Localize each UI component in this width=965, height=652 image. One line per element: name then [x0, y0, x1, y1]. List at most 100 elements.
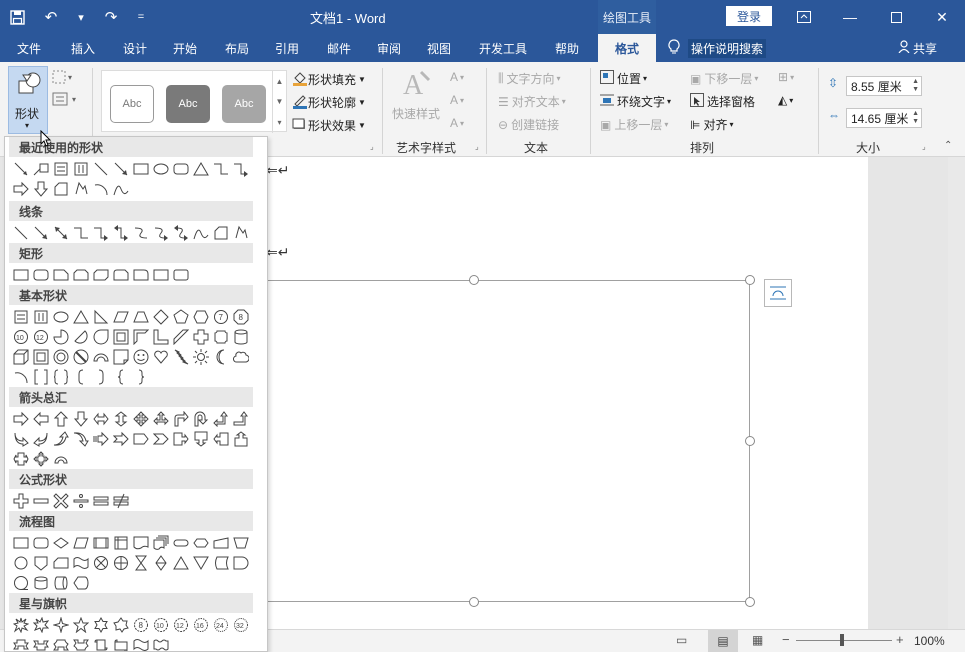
text-effects-icon[interactable]: A ▾ [450, 116, 464, 130]
arrow-shape-icon[interactable] [111, 159, 131, 179]
up-down-arrow-shape-icon[interactable] [111, 409, 131, 429]
curve-shape-icon[interactable] [191, 223, 211, 243]
explosion-1-shape-icon[interactable] [11, 615, 31, 635]
selection-pane-button[interactable]: 选择窗格 [690, 93, 755, 110]
left-brace-shape-icon[interactable] [111, 367, 131, 387]
arc-shape-icon[interactable] [11, 367, 31, 387]
redo-icon[interactable]: ↷ [94, 0, 128, 34]
u-turn-arrow-shape-icon[interactable] [191, 409, 211, 429]
flowchart-collate-shape-icon[interactable] [131, 553, 151, 573]
shape-style-2[interactable]: Abc [166, 85, 210, 123]
shape-height-input[interactable]: 8.55 厘米 ▲ ▼ [846, 76, 922, 96]
curved-connector-shape-icon[interactable] [131, 223, 151, 243]
round-same-side-shape-icon[interactable] [151, 265, 171, 285]
group-icon[interactable]: ⊞ ▾ [778, 70, 794, 84]
dodecagon-shape-icon[interactable]: 12 [31, 327, 51, 347]
minus-shape-icon[interactable] [31, 491, 51, 511]
pie-shape-icon[interactable] [51, 327, 71, 347]
zoom-out-icon[interactable]: − [782, 632, 790, 647]
width-spinner[interactable]: ▲ ▼ [912, 110, 919, 126]
read-mode-icon[interactable]: ▭ [676, 633, 687, 647]
tab-format[interactable]: 格式 [598, 34, 656, 62]
layout-options-button[interactable] [764, 279, 792, 307]
curved-down-ribbon-shape-icon[interactable] [71, 635, 91, 651]
elbow-arrow-shape-icon[interactable] [231, 159, 251, 179]
equal-shape-icon[interactable] [91, 491, 111, 511]
shape-effects-button[interactable]: 形状效果 ▼ [292, 116, 366, 135]
flowchart-preparation-shape-icon[interactable] [191, 533, 211, 553]
quick-styles-button[interactable]: A 快速样式 [392, 68, 440, 122]
left-right-arrow-callout-shape-icon[interactable] [11, 449, 31, 469]
flowchart-or-shape-icon[interactable] [111, 553, 131, 573]
vertical-scrollbar[interactable] [948, 157, 965, 629]
snip-diagonal-shape-icon[interactable] [91, 265, 111, 285]
flowchart-multidocument-shape-icon[interactable] [151, 533, 171, 553]
chevron-shape-icon[interactable] [151, 429, 171, 449]
double-brace-shape-icon[interactable] [51, 367, 71, 387]
left-right-arrow-shape-icon[interactable] [91, 409, 111, 429]
left-right-up-arrow-shape-icon[interactable] [151, 409, 171, 429]
tab-developer[interactable]: 开发工具 [472, 34, 534, 62]
minimize-icon[interactable]: — [827, 0, 873, 34]
rounded-rectangle-shape-icon[interactable] [31, 265, 51, 285]
text-outline-icon[interactable]: A ▾ [450, 93, 464, 107]
cloud-shape-icon[interactable] [231, 347, 251, 367]
right-bracket-shape-icon[interactable] [91, 367, 111, 387]
rotate-icon[interactable]: ◭ ▾ [778, 93, 793, 107]
shape-style-1[interactable]: Abc [110, 85, 154, 123]
tab-view[interactable]: 视图 [418, 34, 460, 62]
wave-shape-icon[interactable] [131, 635, 151, 651]
height-spinner[interactable]: ▲ ▼ [912, 78, 919, 94]
star-12-point-shape-icon[interactable]: 12 [171, 615, 191, 635]
scribble-shape-icon[interactable] [231, 223, 251, 243]
chord-shape-icon[interactable] [71, 327, 91, 347]
tell-me-search[interactable]: 操作说明搜索 [668, 34, 767, 62]
half-frame-shape-icon[interactable] [131, 327, 151, 347]
flowchart-delay-shape-icon[interactable] [231, 553, 251, 573]
line-arrow-shape-icon[interactable] [11, 159, 31, 179]
zoom-in-icon[interactable]: + [896, 632, 904, 647]
heptagon-shape-icon[interactable]: 7 [211, 307, 231, 327]
tab-home[interactable]: 开始 [164, 34, 206, 62]
elbow-connector-shape-icon[interactable] [211, 159, 231, 179]
line-shape-icon[interactable] [11, 223, 31, 243]
snip-round-shape-icon[interactable] [111, 265, 131, 285]
flowchart-extract-shape-icon[interactable] [171, 553, 191, 573]
print-layout-icon[interactable]: ▤ [708, 630, 738, 652]
vertical-scroll-shape-icon[interactable] [91, 635, 111, 651]
notched-right-arrow-shape-icon[interactable] [111, 429, 131, 449]
flowchart-document-shape-icon[interactable] [131, 533, 151, 553]
circular-arrow-shape-icon[interactable] [51, 449, 71, 469]
no-symbol-shape-icon[interactable] [71, 347, 91, 367]
flowchart-predefined-process-shape-icon[interactable] [91, 533, 111, 553]
web-layout-icon[interactable]: ▦ [752, 633, 763, 647]
left-bracket-shape-icon[interactable] [71, 367, 91, 387]
flowchart-terminator-shape-icon[interactable] [171, 533, 191, 553]
rectangle-shape-icon[interactable] [11, 265, 31, 285]
shape-width-input[interactable]: 14.65 厘米 ▲ ▼ [846, 108, 922, 128]
tab-file[interactable]: 文件 [8, 34, 50, 62]
frame-shape-icon[interactable] [111, 327, 131, 347]
tab-design[interactable]: 设计 [114, 34, 156, 62]
flowchart-summing-junction-shape-icon[interactable] [91, 553, 111, 573]
tab-review[interactable]: 审阅 [368, 34, 410, 62]
curved-left-arrow-shape-icon[interactable] [31, 429, 51, 449]
heart-shape-icon[interactable] [151, 347, 171, 367]
line-shape-icon[interactable] [91, 159, 111, 179]
elbow-arrow-connector-shape-icon[interactable] [91, 223, 111, 243]
right-arrow-shape-icon[interactable] [11, 409, 31, 429]
save-icon[interactable] [0, 0, 34, 34]
double-bracket-shape-icon[interactable] [31, 367, 51, 387]
folded-corner-shape-icon[interactable] [111, 347, 131, 367]
moon-shape-icon[interactable] [211, 347, 231, 367]
cube-shape-icon[interactable] [11, 347, 31, 367]
right-brace-shape-icon[interactable] [131, 367, 151, 387]
align-button[interactable]: ⊫ 对齐 ▾ [690, 116, 733, 133]
parallelogram-shape-icon[interactable] [111, 307, 131, 327]
curved-right-arrow-shape-icon[interactable] [11, 429, 31, 449]
right-triangle-shape-icon[interactable] [91, 307, 111, 327]
zoom-slider-thumb[interactable] [840, 634, 844, 646]
bent-up-arrow-shape-icon[interactable] [231, 409, 251, 429]
down-arrow-shape-icon[interactable] [71, 409, 91, 429]
multiply-shape-icon[interactable] [51, 491, 71, 511]
